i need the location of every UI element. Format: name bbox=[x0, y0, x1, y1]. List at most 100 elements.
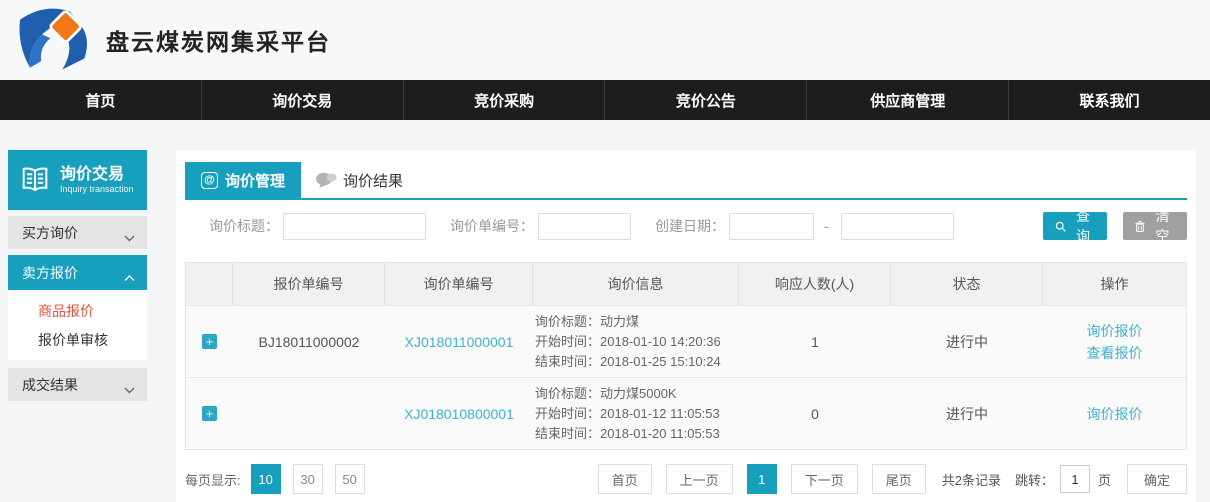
page-size-10[interactable]: 10 bbox=[251, 464, 281, 494]
table-row: + BJ18011000002 XJ018011000001 询价标题：动力煤 … bbox=[186, 305, 1186, 377]
page-title: 盘云煤炭网集采平台 bbox=[106, 23, 331, 57]
sidebar-item-label: 买方询价 bbox=[22, 223, 78, 243]
tab-bar: @ 询价管理 询价结果 bbox=[185, 162, 1187, 200]
inquiry-start-time: 开始时间：2018-01-10 14:20:36 bbox=[535, 332, 721, 352]
inquiry-title: 询价标题：动力煤 bbox=[535, 312, 639, 332]
top-header: 盘云煤炭网集采平台 bbox=[0, 0, 1210, 80]
sidebar-item-deal-results[interactable]: 成交结果 bbox=[8, 368, 147, 401]
trash-icon bbox=[1135, 220, 1145, 233]
quote-no bbox=[233, 378, 385, 449]
nav-item-inquiry-trade[interactable]: 询价交易 bbox=[201, 80, 403, 120]
speech-bubbles-icon bbox=[315, 171, 337, 189]
view-quote-link[interactable]: 查看报价 bbox=[1087, 342, 1143, 364]
book-icon bbox=[18, 164, 52, 196]
pagination: 每页显示: 10 30 50 首页 上一页 1 下一页 尾页 共2条记录 跳转：… bbox=[185, 464, 1187, 494]
inquiry-start-time: 开始时间：2018-01-12 11:05:53 bbox=[535, 404, 720, 424]
submenu-item-product-quote[interactable]: 商品报价 bbox=[8, 296, 147, 325]
message-icon: @ bbox=[201, 172, 218, 189]
confirm-button[interactable]: 确定 bbox=[1127, 464, 1187, 494]
col-actions: 操作 bbox=[1043, 263, 1186, 305]
tab-label: 询价结果 bbox=[343, 170, 403, 191]
search-form: 询价标题： 询价单编号： 创建日期： - 查询 清空 bbox=[185, 212, 1187, 240]
col-responses: 响应人数(人) bbox=[739, 263, 891, 305]
inquiry-no-label: 询价单编号： bbox=[450, 216, 534, 236]
col-quote-no: 报价单编号 bbox=[233, 263, 385, 305]
responses-count: 1 bbox=[739, 306, 891, 377]
table-header-row: 报价单编号 询价单编号 询价信息 响应人数(人) 状态 操作 bbox=[186, 263, 1186, 305]
page-unit-label: 页 bbox=[1098, 470, 1111, 489]
create-date-label: 创建日期： bbox=[655, 216, 725, 236]
expand-plus-icon[interactable]: + bbox=[202, 406, 217, 421]
inquiry-no-input[interactable] bbox=[538, 213, 631, 240]
col-status: 状态 bbox=[891, 263, 1043, 305]
clear-button[interactable]: 清空 bbox=[1123, 212, 1187, 240]
inquiry-no-link[interactable]: XJ018011000001 bbox=[405, 334, 514, 350]
inquiry-no-link[interactable]: XJ018010800001 bbox=[404, 406, 514, 422]
status-text: 进行中 bbox=[891, 378, 1043, 449]
inquiry-title-label: 询价标题： bbox=[209, 216, 279, 236]
last-page-button[interactable]: 尾页 bbox=[872, 464, 926, 494]
sidebar-submenu: 商品报价 报价单审核 bbox=[8, 290, 147, 360]
page-size-label: 每页显示: bbox=[185, 470, 241, 489]
sidebar: 询价交易 Inquiry transaction 买方询价 卖方报价 商品报价 … bbox=[8, 150, 147, 401]
sidebar-header-text: 询价交易 Inquiry transaction bbox=[60, 166, 134, 195]
date-separator: - bbox=[824, 218, 829, 234]
sidebar-header: 询价交易 Inquiry transaction bbox=[8, 150, 147, 210]
table-row: + XJ018010800001 询价标题：动力煤5000K 开始时间：2018… bbox=[186, 377, 1186, 449]
search-icon bbox=[1055, 220, 1066, 233]
tab-label: 询价管理 bbox=[225, 170, 285, 191]
inquiry-info: 询价标题：动力煤 开始时间：2018-01-10 14:20:36 结束时间：2… bbox=[533, 306, 739, 377]
nav-item-contact[interactable]: 联系我们 bbox=[1008, 80, 1210, 120]
sidebar-item-label: 成交结果 bbox=[22, 375, 78, 395]
query-button[interactable]: 查询 bbox=[1043, 212, 1107, 240]
date-from-input[interactable] bbox=[729, 213, 814, 240]
prev-page-button[interactable]: 上一页 bbox=[666, 464, 733, 494]
chevron-up-icon bbox=[124, 269, 135, 276]
responses-count: 0 bbox=[739, 378, 891, 449]
row-actions: 询价报价 bbox=[1043, 378, 1186, 449]
sidebar-item-buyer-inquiry[interactable]: 买方询价 bbox=[8, 216, 147, 249]
inquiry-end-time: 结束时间：2018-01-20 11:05:53 bbox=[535, 424, 720, 444]
inquiry-quote-link[interactable]: 询价报价 bbox=[1087, 403, 1143, 425]
main-nav: 首页 询价交易 竞价采购 竞价公告 供应商管理 联系我们 bbox=[0, 80, 1210, 120]
chevron-down-icon bbox=[124, 229, 135, 236]
nav-item-bidding-purchase[interactable]: 竞价采购 bbox=[403, 80, 605, 120]
next-page-button[interactable]: 下一页 bbox=[791, 464, 858, 494]
inquiry-title-input[interactable] bbox=[283, 213, 426, 240]
inquiry-end-time: 结束时间：2018-01-25 15:10:24 bbox=[535, 352, 721, 372]
nav-item-home[interactable]: 首页 bbox=[0, 80, 201, 120]
inquiry-title: 询价标题：动力煤5000K bbox=[535, 384, 677, 404]
inquiry-quote-link[interactable]: 询价报价 bbox=[1087, 320, 1143, 342]
tab-inquiry-management[interactable]: @ 询价管理 bbox=[185, 162, 301, 198]
expand-plus-icon[interactable]: + bbox=[202, 334, 217, 349]
expand-column-header bbox=[186, 263, 233, 305]
current-page-button[interactable]: 1 bbox=[747, 464, 777, 494]
main-panel: @ 询价管理 询价结果 询价标题： 询价单编号： 创建日期： - 查询 bbox=[176, 150, 1196, 502]
clear-button-label: 清空 bbox=[1150, 206, 1175, 246]
jump-page-input[interactable] bbox=[1060, 465, 1090, 493]
sidebar-item-seller-quote[interactable]: 卖方报价 bbox=[8, 255, 147, 290]
first-page-button[interactable]: 首页 bbox=[598, 464, 652, 494]
quote-no: BJ18011000002 bbox=[233, 306, 385, 377]
sidebar-subtitle: Inquiry transaction bbox=[60, 184, 134, 195]
sidebar-item-label: 卖方报价 bbox=[22, 263, 78, 283]
status-text: 进行中 bbox=[891, 306, 1043, 377]
nav-item-bidding-notice[interactable]: 竞价公告 bbox=[604, 80, 806, 120]
query-button-label: 查询 bbox=[1071, 206, 1095, 246]
inquiry-info: 询价标题：动力煤5000K 开始时间：2018-01-12 11:05:53 结… bbox=[533, 378, 739, 449]
submenu-item-quote-review[interactable]: 报价单审核 bbox=[8, 325, 147, 354]
page-size-30[interactable]: 30 bbox=[293, 464, 323, 494]
row-actions: 询价报价 查看报价 bbox=[1043, 306, 1186, 377]
jump-label: 跳转： bbox=[1015, 470, 1054, 489]
page-size-50[interactable]: 50 bbox=[335, 464, 365, 494]
sidebar-title: 询价交易 bbox=[60, 166, 134, 184]
nav-item-supplier-mgmt[interactable]: 供应商管理 bbox=[806, 80, 1008, 120]
logo-icon bbox=[12, 5, 98, 75]
col-inquiry-no: 询价单编号 bbox=[385, 263, 533, 305]
quotes-table: 报价单编号 询价单编号 询价信息 响应人数(人) 状态 操作 + BJ18011… bbox=[185, 262, 1187, 450]
tab-inquiry-results[interactable]: 询价结果 bbox=[301, 162, 417, 198]
total-records: 共2条记录 bbox=[942, 470, 1001, 489]
col-inquiry-info: 询价信息 bbox=[533, 263, 739, 305]
date-to-input[interactable] bbox=[841, 213, 954, 240]
chevron-down-icon bbox=[124, 381, 135, 388]
